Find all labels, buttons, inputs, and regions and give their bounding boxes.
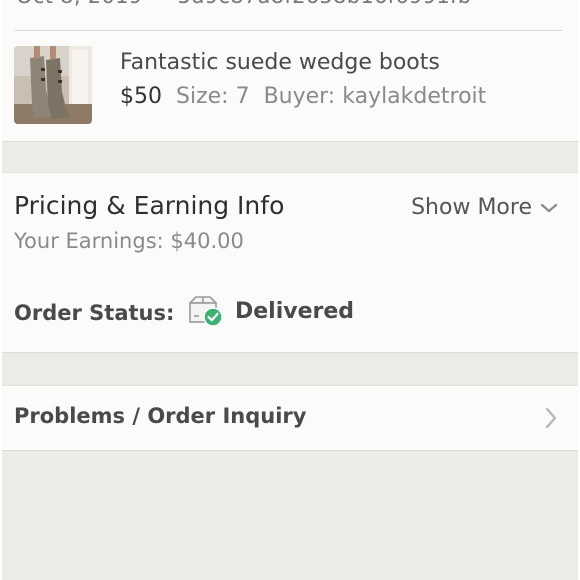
show-more-label: Show More <box>411 195 532 220</box>
order-status-label: Order Status: <box>14 301 175 325</box>
order-date: Oct 8, 2019 <box>16 0 142 8</box>
item-price: $50 <box>120 84 162 109</box>
item-size: Size: 7 <box>176 84 250 109</box>
divider <box>15 30 562 31</box>
problems-label: Problems / Order Inquiry <box>14 404 307 428</box>
item-title[interactable]: Fantastic suede wedge boots <box>120 50 440 75</box>
item-details: $50 Size: 7 Buyer: kaylakdetroit <box>120 84 486 109</box>
item-thumbnail[interactable] <box>14 46 92 124</box>
chevron-right-icon <box>545 407 557 429</box>
delivered-box-check-icon <box>189 296 223 327</box>
problems-order-inquiry-row[interactable]: Problems / Order Inquiry <box>2 385 578 451</box>
order-id: 5d9c87a8f2658b16f6991fb <box>177 0 471 8</box>
order-status-value: Delivered <box>235 299 355 324</box>
order-status-card: Order Status: Delivered <box>2 274 578 353</box>
chevron-down-icon <box>540 203 558 212</box>
order-meta: Oct 8, 2019 · 5d9c87a8f2658b16f6991fb <box>16 0 471 8</box>
item-buyer[interactable]: Buyer: kaylakdetroit <box>264 84 487 109</box>
boots-photo <box>14 46 92 124</box>
pricing-earning-card: Pricing & Earning Info Your Earnings: $4… <box>2 172 578 275</box>
show-more-button[interactable]: Show More <box>411 195 558 220</box>
order-meta-separator: · <box>156 0 163 8</box>
order-item-card: Oct 8, 2019 · 5d9c87a8f2658b16f6991fb Fant… <box>2 0 578 142</box>
your-earnings: Your Earnings: $40.00 <box>14 229 244 253</box>
pricing-title: Pricing & Earning Info <box>14 191 285 220</box>
